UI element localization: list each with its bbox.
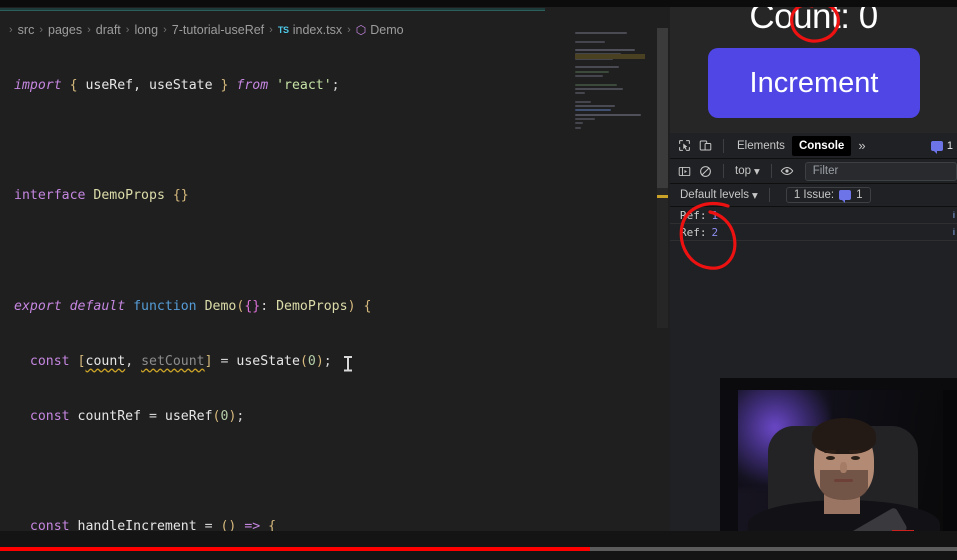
breadcrumb-separator: › [347, 24, 351, 36]
inspect-element-icon[interactable] [675, 136, 694, 155]
editor-bracket-marker [657, 195, 668, 198]
breadcrumb-item-symbol[interactable]: ⬡ Demo [356, 23, 404, 37]
editor-minimap[interactable] [575, 32, 655, 262]
editor-scrollbar-thumb[interactable] [657, 28, 668, 188]
live-expression-eye-icon[interactable] [778, 162, 797, 181]
breadcrumb-separator: › [163, 24, 167, 36]
video-bottom-strip [0, 551, 957, 560]
console-message-text: Ref: [680, 225, 707, 239]
context-selector-label: top [735, 165, 751, 177]
console-message-list: Ref: 1 i Ref: 2 i [670, 207, 957, 241]
issues-count: 1 [856, 189, 863, 201]
toolbar-divider [768, 188, 770, 202]
breadcrumb-label: index.tsx [292, 23, 343, 37]
message-count: 1 [946, 139, 953, 152]
issues-badge[interactable]: 1 Issue: 1 [785, 187, 871, 203]
breadcrumb-separator: › [125, 24, 130, 36]
breadcrumb-item-pages[interactable]: pages [48, 23, 82, 37]
devtools-filter-bar: top ▾ Filter [670, 159, 957, 184]
breadcrumb-label: long [134, 23, 159, 37]
toolbar-divider [723, 138, 724, 153]
symbol-cube-icon: ⬡ [355, 23, 367, 37]
console-message-text: Ref: [680, 208, 707, 222]
breadcrumb-separator: › [269, 24, 273, 36]
browser-viewport: Count: 0 Increment [670, 0, 957, 133]
message-icon [930, 140, 943, 154]
breadcrumb-item-src[interactable]: src [18, 23, 35, 37]
tab-elements[interactable]: Elements [730, 136, 792, 156]
filter-input[interactable]: Filter [804, 161, 957, 181]
console-source-link[interactable]: i [953, 210, 955, 221]
console-row[interactable]: Ref: 2 i [670, 224, 957, 241]
console-message-value: 2 [711, 225, 719, 239]
more-tabs-icon[interactable]: » [851, 138, 872, 153]
breadcrumb-item-folder[interactable]: 7-tutorial-useRef [172, 23, 264, 37]
breadcrumb-label: 7-tutorial-useRef [171, 23, 265, 37]
ts-file-icon: TS [277, 25, 289, 35]
webcam-overlay [720, 378, 957, 543]
breadcrumb-item-file[interactable]: TS index.tsx [278, 23, 342, 37]
levels-selector[interactable]: Default levels ▾ [675, 186, 763, 204]
console-source-link[interactable]: i [953, 227, 955, 238]
breadcrumb-item-long[interactable]: long [134, 23, 158, 37]
code-editor-pane: › src › pages › draft › long › 7-tutoria… [0, 0, 670, 560]
code-line: const [count, setCount] = useState(0); [29, 353, 332, 369]
toolbar-divider [723, 164, 724, 178]
video-bottom-letterbox [0, 531, 957, 547]
code-line: interface DemoProps {} [14, 188, 189, 204]
levels-selector-label: Default levels [680, 189, 750, 201]
breadcrumb-separator: › [9, 24, 13, 36]
toolbar-divider [770, 164, 772, 178]
code-line: import { useRef, useState } from 'react'… [14, 77, 340, 93]
code-content[interactable]: import { useRef, useState } from 'react'… [0, 40, 670, 540]
breadcrumb-separator: › [87, 24, 91, 36]
devtools-levels-bar: Default levels ▾ 1 Issue: 1 [670, 184, 957, 207]
chevron-down-icon: ▾ [752, 190, 758, 202]
code-line: export default function Demo({}: DemoPro… [14, 298, 372, 314]
chevron-down-icon: ▾ [754, 166, 760, 178]
screen-root: › src › pages › draft › long › 7-tutoria… [0, 0, 957, 560]
breadcrumb-label: Demo [370, 23, 404, 37]
console-row[interactable]: Ref: 1 i [670, 207, 957, 224]
context-selector[interactable]: top ▾ [730, 162, 765, 180]
breadcrumb-item-draft[interactable]: draft [96, 23, 121, 37]
breadcrumb[interactable]: › src › pages › draft › long › 7-tutoria… [0, 20, 670, 40]
code-line: const countRef = useRef(0); [29, 409, 245, 425]
clear-console-icon[interactable] [696, 162, 715, 181]
console-sidebar-icon[interactable] [675, 162, 694, 181]
message-count-badge[interactable]: 1 [930, 139, 953, 154]
breadcrumb-label: draft [95, 23, 121, 37]
issues-label: 1 Issue: [793, 189, 835, 201]
console-message-value: 1 [711, 208, 719, 222]
message-icon [839, 190, 852, 203]
tab-console[interactable]: Console [791, 135, 852, 156]
increment-button[interactable]: Increment [708, 48, 920, 118]
devtools-tabbar: Elements Console » 1 [670, 133, 957, 159]
device-toolbar-icon[interactable] [696, 136, 715, 155]
breadcrumb-label: pages [48, 23, 83, 37]
text-cursor-pointer [344, 356, 352, 371]
video-top-letterbox [0, 0, 957, 7]
breadcrumb-label: src [17, 23, 35, 37]
breadcrumb-separator: › [39, 24, 44, 36]
tab-accent-line-2 [0, 10, 545, 11]
